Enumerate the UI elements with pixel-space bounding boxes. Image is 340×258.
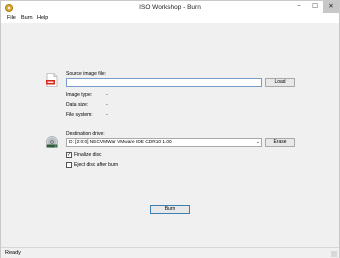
- source-image-label: Source image file:: [66, 71, 107, 77]
- finalize-disc-label[interactable]: Finalize disc: [74, 152, 102, 158]
- source-image-input[interactable]: [66, 78, 262, 87]
- title-bar[interactable]: ISO Workshop - Burn − ☐ ✕: [1, 1, 339, 14]
- menu-burn[interactable]: Burn: [21, 15, 33, 21]
- menu-help[interactable]: Help: [37, 15, 48, 21]
- load-button[interactable]: Load: [265, 78, 295, 87]
- minimize-button[interactable]: −: [291, 1, 307, 13]
- resize-grip-icon[interactable]: [331, 251, 337, 257]
- menu-bar: File Burn Help: [1, 14, 339, 23]
- disc-drive-icon: [46, 136, 58, 148]
- image-type-label: Image type:: [66, 92, 93, 98]
- image-type-value: -: [106, 92, 108, 98]
- menu-file[interactable]: File: [7, 15, 16, 21]
- iso-file-icon: [46, 73, 58, 87]
- erase-button[interactable]: Erase: [265, 138, 295, 147]
- file-system-label: File system:: [66, 112, 93, 118]
- destination-drive-value: D: [2:0:0] NECVMWar VMware IDE CDR10 1.0…: [69, 140, 172, 145]
- file-system-value: -: [106, 112, 108, 118]
- eject-disc-label[interactable]: Eject disc after burn: [74, 162, 118, 168]
- burn-button[interactable]: Burn: [150, 205, 190, 214]
- finalize-disc-checkbox[interactable]: ✓: [66, 152, 72, 158]
- data-size-value: -: [106, 102, 108, 108]
- destination-drive-select[interactable]: D: [2:0:0] NECVMWar VMware IDE CDR10 1.0…: [66, 138, 262, 147]
- eject-disc-checkbox[interactable]: [66, 162, 72, 168]
- status-text: Ready: [5, 250, 21, 256]
- maximize-button[interactable]: ☐: [307, 1, 323, 13]
- data-size-label: Data size:: [66, 102, 89, 108]
- close-button[interactable]: ✕: [323, 1, 339, 13]
- status-bar: Ready: [1, 247, 339, 258]
- main-window: ISO Workshop - Burn − ☐ ✕ File Burn Help…: [0, 0, 340, 258]
- destination-drive-label: Destination drive:: [66, 131, 105, 137]
- chevron-down-icon: ⌄: [255, 139, 260, 145]
- window-title: ISO Workshop - Burn: [139, 4, 201, 11]
